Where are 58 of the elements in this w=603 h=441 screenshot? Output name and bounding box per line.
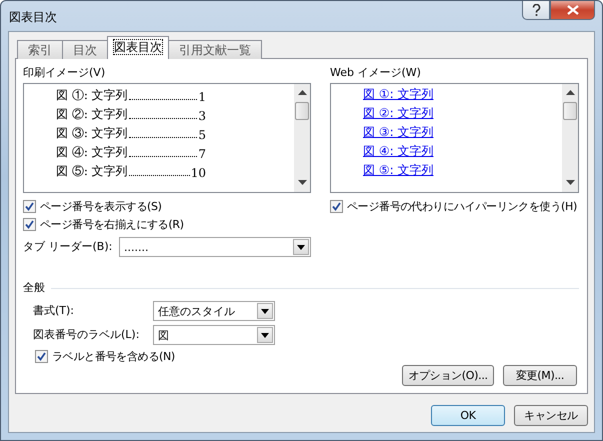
tab[interactable]: 索引 — [17, 40, 63, 59]
page-number: 1 — [198, 90, 206, 104]
leader-line — [128, 174, 190, 176]
checkbox-box[interactable] — [330, 200, 343, 212]
checkbox[interactable]: ページ番号を表示する(S) — [23, 197, 311, 215]
field-label: 書式(T): — [33, 303, 76, 319]
hyperlink[interactable]: 図 ④: 文字列 — [363, 142, 434, 161]
dialog-button[interactable]: オプション(O)... — [402, 365, 494, 386]
hyperlink[interactable]: 図 ①: 文字列 — [363, 85, 434, 104]
preview-label: 印刷イメージ(V) — [23, 65, 106, 81]
scroll-thumb[interactable] — [563, 102, 577, 120]
preview-label: Web イメージ(W) — [330, 65, 422, 81]
entry-caption: 図 ⑤: 文字列 — [56, 163, 128, 180]
field-label: 図表番号のラベル(L): — [33, 327, 140, 343]
dialog-button[interactable]: 変更(M)... — [503, 365, 577, 386]
scroll-up-icon[interactable] — [566, 90, 574, 96]
dropdown[interactable]: 図 — [153, 325, 275, 345]
checkbox[interactable]: ページ番号の代わりにハイパーリンクを使う(H) — [330, 197, 579, 215]
dropdown[interactable]: 任意のスタイル — [153, 301, 275, 321]
leader-line — [128, 155, 198, 157]
checkbox[interactable]: ラベルと番号を含める(N) — [35, 347, 579, 365]
window-title: 図表目次 — [8, 9, 58, 26]
close-icon — [566, 5, 578, 15]
checkbox-box[interactable] — [35, 350, 48, 362]
leader-line — [128, 98, 198, 100]
tab-leader-dropdown[interactable]: ....... — [119, 237, 311, 257]
tab[interactable]: 目次 — [62, 40, 108, 59]
entry-caption: 図 ②: 文字列 — [56, 106, 128, 123]
dialog-button[interactable]: キャンセル — [514, 405, 588, 426]
hyperlink[interactable]: 図 ⑤: 文字列 — [363, 161, 434, 180]
leader-line — [128, 117, 198, 119]
checkbox-box[interactable] — [23, 200, 36, 212]
checkbox[interactable]: ページ番号を右揃えにする(R) — [23, 215, 311, 233]
entry-caption: 図 ④: 文字列 — [56, 144, 128, 161]
entry-caption: 図 ①: 文字列 — [56, 87, 128, 104]
section-title: 全般 — [23, 280, 45, 296]
field-label: タブ リーダー(B): — [23, 239, 113, 255]
entry-caption: 図 ③: 文字列 — [56, 125, 128, 142]
hyperlink[interactable]: 図 ②: 文字列 — [363, 104, 434, 123]
scroll-up-icon[interactable] — [298, 90, 306, 96]
page-number: 7 — [198, 147, 206, 161]
help-icon — [532, 4, 540, 16]
leader-line — [128, 136, 198, 138]
dialog-button[interactable]: OK — [431, 405, 505, 426]
tab[interactable]: 図表目次 — [107, 36, 169, 59]
hyperlink[interactable]: 図 ③: 文字列 — [363, 123, 434, 142]
tab[interactable]: 引用文献一覧 — [168, 40, 262, 59]
checkbox-box[interactable] — [23, 218, 36, 230]
help-button[interactable] — [522, 1, 550, 20]
scrollbar[interactable] — [294, 84, 310, 192]
page-number: 3 — [198, 109, 206, 123]
scrollbar[interactable] — [562, 84, 578, 192]
page-number: 10 — [190, 166, 206, 180]
scroll-down-icon[interactable] — [566, 180, 574, 186]
scroll-thumb[interactable] — [295, 102, 309, 120]
page-number: 5 — [198, 128, 206, 142]
close-button[interactable] — [550, 1, 595, 20]
scroll-down-icon[interactable] — [298, 180, 306, 186]
